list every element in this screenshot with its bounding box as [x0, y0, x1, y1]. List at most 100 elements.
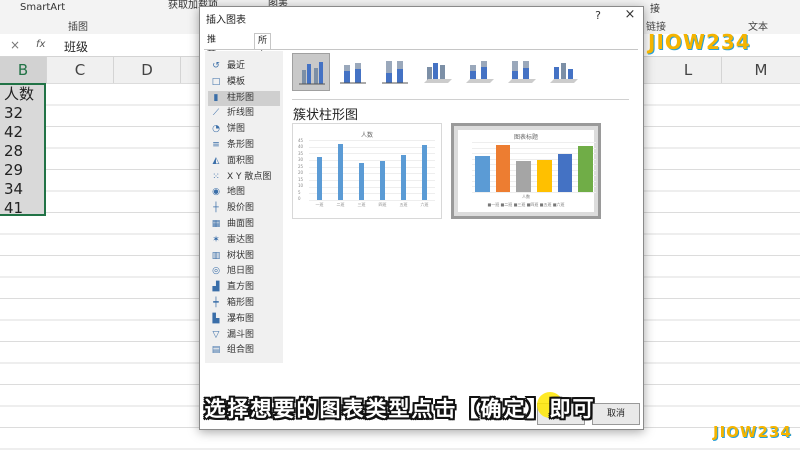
preview-2-y-axis: [459, 140, 469, 192]
y-tick-label: 15: [298, 176, 304, 182]
cell-value[interactable]: 41: [0, 198, 46, 219]
chart-type-label: 雷达图: [227, 234, 255, 245]
section-divider: [292, 99, 629, 100]
fx-icon[interactable]: fx: [36, 39, 45, 50]
area-chart-icon: ◭: [212, 155, 220, 166]
column-header-b[interactable]: B: [0, 57, 47, 85]
chart-preview-1[interactable]: 人数 45 40 35 30 25 20 15 10 5 0 一班 二班 三班 四班 五班 六班: [292, 123, 442, 219]
chart-type-item[interactable]: ▤ 组合图: [208, 343, 280, 358]
gridline: [472, 175, 596, 177]
chart-type-item[interactable]: ◭ 面积图: [208, 154, 280, 169]
chart-type-item[interactable]: ⁙ X Y 散点图: [208, 170, 280, 185]
watermark-logo-bottom: JIOW234: [713, 423, 792, 441]
preview-bar: [557, 154, 573, 192]
chart-type-item[interactable]: ≡ 条形图: [208, 138, 280, 153]
column-header-c[interactable]: C: [47, 57, 114, 83]
gridline: [309, 166, 435, 168]
preview-bar: [516, 160, 531, 192]
chart-type-label: 箱形图: [227, 298, 255, 308]
cell-value[interactable]: 32: [0, 103, 46, 124]
scatter-chart-icon: ⁙: [212, 171, 220, 182]
cell-value[interactable]: 34: [0, 179, 46, 200]
3d-stacked-column-subtype-button[interactable]: [460, 53, 498, 91]
formula-input[interactable]: 班级: [64, 38, 88, 55]
gridline: [472, 169, 596, 171]
gridline: [472, 158, 596, 160]
stacked-column-subtype-button[interactable]: [334, 53, 372, 91]
chart-type-item[interactable]: ◔ 饼图: [208, 122, 280, 137]
clustered-column-subtype-button[interactable]: [292, 53, 330, 91]
bar-chart-icon: ≡: [212, 140, 220, 150]
radar-chart-icon: ✶: [212, 234, 220, 245]
gridline: [309, 186, 435, 188]
chart-type-label: 直方图: [227, 282, 255, 293]
3d-percent-stacked-column-subtype-button[interactable]: [502, 53, 540, 91]
cell-value[interactable]: 28: [0, 141, 46, 162]
recent-icon: ↺: [212, 61, 220, 71]
cancel-entry-icon[interactable]: ×: [10, 38, 20, 52]
preview-bar: [359, 162, 364, 200]
chart-type-item[interactable]: ✶ 雷达图: [208, 233, 280, 248]
y-tick-label: 45: [298, 138, 304, 143]
3d-column-subtype-button[interactable]: [544, 53, 582, 91]
preview-2-plot: [472, 142, 596, 193]
preview-1-plot: [309, 140, 435, 201]
chart-type-item[interactable]: ┼ 股价图: [208, 201, 280, 216]
preview-bar: [495, 145, 511, 192]
stacked-column-subtype-icon: [340, 63, 366, 84]
preview-bar: [578, 146, 593, 192]
x-tick-label: 三班: [357, 202, 366, 207]
help-icon[interactable]: ?: [588, 9, 608, 23]
chart-type-label: 地图: [227, 187, 246, 198]
chart-subtype-title: 簇状柱形图: [293, 108, 359, 123]
chart-type-item[interactable]: ◎ 旭日图: [208, 264, 280, 279]
percent-stacked-column-subtype-icon: [382, 61, 408, 84]
chart-type-item[interactable]: ▥ 树状图: [208, 249, 280, 264]
cell-value[interactable]: 29: [0, 160, 46, 181]
chart-type-label: 柱形图: [227, 92, 255, 103]
column-header-d[interactable]: D: [114, 57, 181, 83]
cell-value[interactable]: 42: [0, 122, 46, 143]
x-tick-label: 五班: [399, 202, 408, 207]
smartart-button[interactable]: SmartArt: [20, 2, 65, 13]
chart-type-label: 旭日图: [227, 266, 255, 277]
3d-clustered-column-subtype-icon: [424, 63, 452, 83]
gridline: [472, 142, 596, 143]
preview-2-x-label: 人数: [522, 194, 530, 199]
chart-type-label: 条形图: [227, 140, 255, 150]
3d-percent-stacked-column-subtype-icon: [508, 61, 536, 83]
chart-type-label: 树状图: [227, 250, 255, 261]
chart-type-item[interactable]: ◉ 地图: [208, 185, 280, 200]
y-tick-label: 25: [298, 163, 304, 169]
column-header-l[interactable]: L: [655, 57, 722, 83]
insert-chart-dialog: 插入图表 ? × 推荐的图表 所有图表 ↺ 最近 □ 模板 ▮ 柱形图 ⟋ 折线图 ◔ 饼图 ≡ 条形…: [199, 6, 644, 430]
group-label-text: 文本: [748, 22, 768, 33]
gridline: [472, 147, 596, 149]
group-label-illustrations: 插图: [68, 22, 88, 33]
gridline: [472, 153, 596, 155]
chart-type-item[interactable]: ↺ 最近: [208, 59, 280, 74]
clustered-column-subtype-icon: [299, 62, 325, 85]
tab-divider: [204, 49, 638, 50]
close-icon[interactable]: ×: [620, 7, 640, 22]
chart-type-item[interactable]: ▟ 直方图: [208, 280, 280, 295]
chart-type-item[interactable]: ▽ 漏斗图: [208, 328, 280, 343]
link-button[interactable]: 接: [650, 0, 660, 15]
column-header-m[interactable]: M: [722, 57, 800, 83]
chart-type-item[interactable]: ▮ 柱形图: [208, 90, 280, 106]
tab-all-charts[interactable]: 所有图表: [254, 33, 272, 91]
gridline: [309, 140, 435, 141]
chart-type-item[interactable]: ▦ 曲面图: [208, 217, 280, 232]
percent-stacked-column-subtype-button[interactable]: [376, 53, 414, 91]
chart-type-item[interactable]: □ 模板: [208, 75, 280, 90]
3d-clustered-column-subtype-button[interactable]: [418, 53, 456, 91]
chart-preview-2[interactable]: 图表标题 人数 ■一班 ■二班 ■三班 ■四班 ■五班 ■六班: [451, 123, 601, 219]
cell-header[interactable]: 人数: [0, 84, 46, 105]
chart-type-item[interactable]: ┿ 箱形图: [208, 296, 280, 311]
preview-bar: [317, 157, 322, 200]
chart-type-item[interactable]: ▙ 瀑布图: [208, 312, 280, 327]
chart-type-item[interactable]: ⟋ 折线图: [208, 106, 280, 121]
tab-recommended-charts[interactable]: 推荐的图表: [204, 33, 219, 105]
gridline: [309, 146, 435, 148]
waterfall-chart-icon: ▙: [212, 313, 220, 324]
